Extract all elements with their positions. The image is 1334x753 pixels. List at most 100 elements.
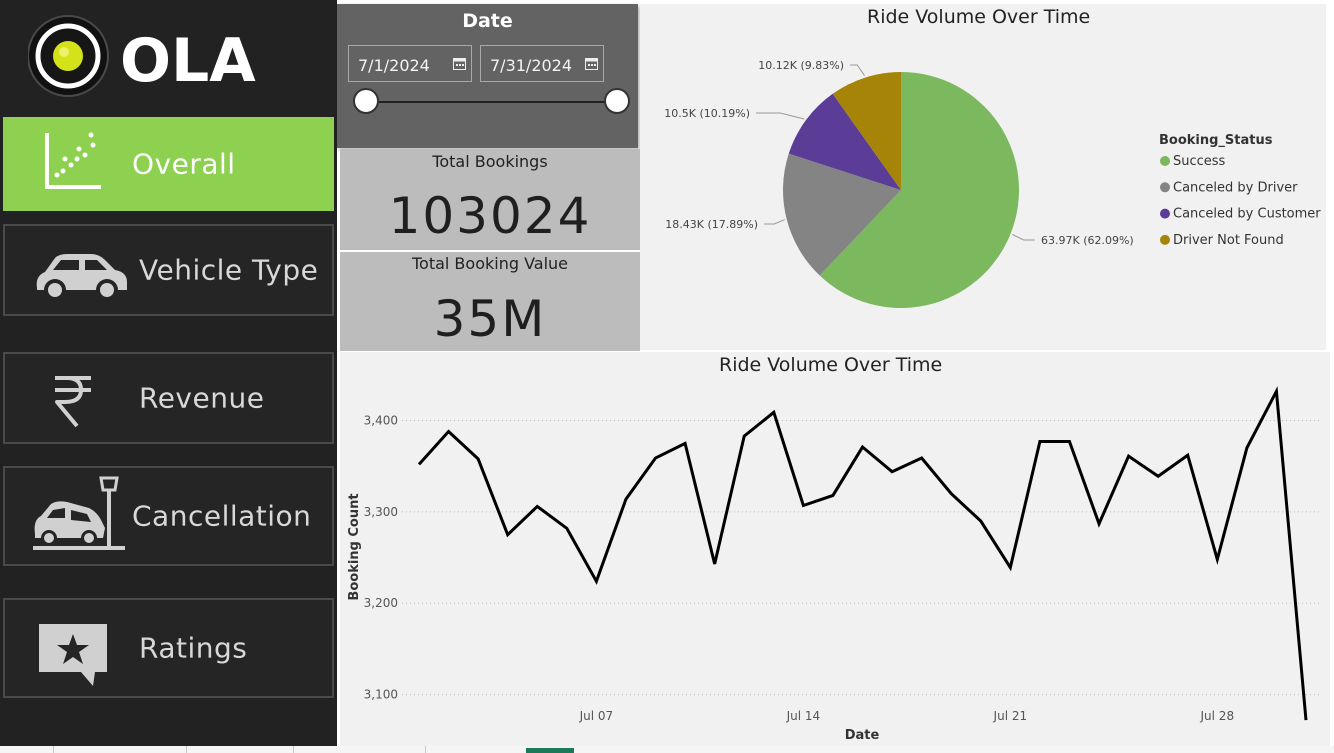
ride-volume-line-card: Ride Volume Over Time 3,100 3,200 3,300 3,4…: [340, 352, 1330, 746]
pie-legend-title: Booking_Status: [1159, 133, 1273, 148]
data-point[interactable]: [653, 455, 659, 461]
end-date-input[interactable]: 7/31/2024: [480, 45, 604, 82]
pie-data-label: 10.5K (10.19%): [664, 107, 750, 120]
x-tick-label: Jul 21: [993, 709, 1028, 723]
x-tick-label: Jul 14: [786, 709, 821, 723]
date-slider-start-handle[interactable]: [353, 88, 379, 114]
legend-marker: [1160, 156, 1170, 166]
page-tab-divider: [293, 746, 294, 753]
date-filter-title: Date: [462, 10, 513, 32]
data-point[interactable]: [1037, 439, 1043, 445]
data-point[interactable]: [446, 429, 452, 435]
page-tab-divider: [53, 746, 54, 753]
nav-ratings-label: Ratings: [139, 631, 248, 665]
data-point[interactable]: [800, 502, 806, 508]
kpi-total-bookings-value: 103024: [388, 187, 592, 245]
data-point[interactable]: [1214, 556, 1220, 562]
y-tick-label: 3,400: [364, 414, 398, 428]
sidebar: OLA Overall Vehicle Type Revenue Cancell…: [0, 0, 337, 748]
pie-data-label: 63.97K (62.09%): [1041, 234, 1134, 247]
data-point[interactable]: [1244, 445, 1250, 451]
end-date-value: 7/31/2024: [490, 56, 573, 75]
nav-ratings[interactable]: Ratings: [3, 598, 334, 698]
data-point[interactable]: [1155, 473, 1161, 479]
kpi-total-booking-value: Total Booking Value 35M: [340, 252, 640, 351]
start-date-value: 7/1/2024: [358, 56, 430, 75]
legend-item-success[interactable]: Success: [1173, 154, 1226, 169]
calendar-icon[interactable]: [453, 57, 466, 70]
legend-marker: [1160, 182, 1170, 193]
x-axis-label: Date: [845, 728, 880, 743]
booking-count-line[interactable]: [417, 386, 1308, 721]
nav-cancellation-label: Cancellation: [132, 499, 312, 533]
line-chart[interactable]: 3,100 3,200 3,300 3,400 Jul 07 Jul 14 Jul 21 Ju…: [340, 352, 1330, 746]
car-crash-icon: [33, 476, 125, 550]
kpi-total-bookings-title: Total Bookings: [432, 152, 548, 171]
kpi-total-booking-value-title: Total Booking Value: [411, 254, 569, 273]
pie-data-label: 10.12K (9.83%): [758, 59, 844, 72]
page-tabs-bar: [0, 746, 1334, 753]
legend-item-canceled-by-customer[interactable]: Canceled by Customer: [1173, 207, 1321, 222]
nav-vehicle-type-label: Vehicle Type: [139, 253, 319, 287]
data-point[interactable]: [416, 461, 422, 467]
data-point[interactable]: [889, 469, 895, 475]
date-slider-end-handle[interactable]: [604, 88, 630, 114]
legend-item-driver-not-found[interactable]: Driver Not Found: [1173, 233, 1284, 248]
legend-item-canceled-by-driver[interactable]: Canceled by Driver: [1173, 180, 1298, 195]
data-point[interactable]: [623, 496, 629, 502]
start-date-input[interactable]: 7/1/2024: [348, 45, 472, 82]
legend-marker: [1160, 208, 1170, 219]
data-point[interactable]: [564, 525, 570, 531]
data-point[interactable]: [948, 491, 954, 497]
y-tick-label: 3,200: [364, 596, 398, 610]
pie-leader-line: [1012, 234, 1035, 241]
y-axis-label: Booking Count: [347, 493, 362, 600]
data-point[interactable]: [1066, 439, 1072, 445]
data-point[interactable]: [771, 409, 777, 415]
data-point[interactable]: [1273, 388, 1279, 394]
nav-cancellation[interactable]: Cancellation: [3, 466, 334, 566]
data-point[interactable]: [860, 444, 866, 450]
nav-revenue-label: Revenue: [139, 381, 265, 415]
data-point[interactable]: [830, 492, 836, 498]
pie-data-label: 18.43K (17.89%): [665, 218, 758, 231]
data-point[interactable]: [534, 503, 540, 509]
date-range-slider[interactable]: [366, 101, 618, 103]
data-point[interactable]: [741, 433, 747, 439]
data-point[interactable]: [1126, 453, 1132, 459]
x-tick-label: Jul 07: [579, 709, 614, 723]
y-tick-label: 3,100: [364, 688, 398, 702]
data-point[interactable]: [919, 455, 925, 461]
calendar-icon[interactable]: [585, 57, 598, 70]
data-point[interactable]: [593, 578, 599, 584]
data-point[interactable]: [1096, 521, 1102, 527]
star-speech-bubble-icon: [39, 624, 107, 686]
brand-name: OLA: [120, 26, 256, 96]
pie-leader-line: [764, 219, 785, 225]
data-point[interactable]: [1303, 717, 1309, 723]
pie-chart[interactable]: 63.97K (62.09%) 18.43K (17.89%) 10.5K (10.…: [640, 4, 1326, 350]
active-page-tab[interactable]: [526, 748, 574, 753]
rupee-icon: [55, 376, 91, 428]
data-point[interactable]: [1007, 565, 1013, 571]
nav-overall[interactable]: Overall: [3, 117, 334, 211]
page-tab-divider: [186, 746, 187, 753]
nav-revenue[interactable]: Revenue: [3, 352, 334, 444]
data-point[interactable]: [1185, 452, 1191, 458]
nav-vehicle-type[interactable]: Vehicle Type: [3, 224, 334, 316]
page-tab-divider: [425, 746, 426, 753]
data-point[interactable]: [682, 440, 688, 446]
data-point[interactable]: [978, 518, 984, 524]
data-point[interactable]: [712, 561, 718, 567]
scatter-chart-icon: [45, 132, 101, 189]
pie-leader-line: [850, 64, 865, 76]
date-filter-panel: Date 7/1/2024 7/31/2024: [337, 4, 638, 148]
kpi-total-booking-value-value: 35M: [433, 290, 547, 348]
y-tick-label: 3,300: [364, 505, 398, 519]
data-point[interactable]: [505, 532, 511, 538]
data-point[interactable]: [475, 456, 481, 462]
kpi-total-bookings: Total Bookings 103024: [340, 149, 640, 250]
nav-overall-label: Overall: [132, 147, 236, 181]
pie-leader-line: [756, 112, 805, 120]
car-icon: [36, 254, 127, 301]
